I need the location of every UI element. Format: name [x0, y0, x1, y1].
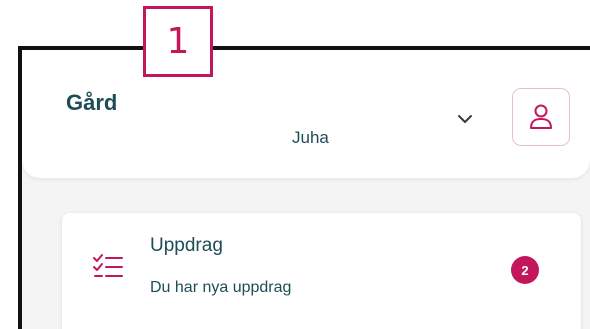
- app-screen: Gård Juha Uppdrag Du har nya uppdrag 2: [18, 46, 590, 329]
- chevron-down-icon[interactable]: [454, 110, 476, 128]
- step-number: 1: [166, 21, 190, 62]
- tasks-card[interactable]: Uppdrag Du har nya uppdrag 2: [62, 213, 581, 329]
- tasks-subtitle: Du har nya uppdrag: [150, 279, 292, 296]
- step-callout: 1: [143, 6, 213, 77]
- profile-button[interactable]: [512, 88, 570, 146]
- checklist-icon: [93, 254, 123, 277]
- tasks-count-badge: 2: [511, 256, 539, 284]
- farm-title: Gård: [66, 90, 118, 115]
- user-name[interactable]: Juha: [292, 128, 329, 148]
- tasks-title: Uppdrag: [150, 235, 223, 256]
- app-header: Gård Juha: [22, 50, 590, 178]
- user-icon: [530, 104, 552, 129]
